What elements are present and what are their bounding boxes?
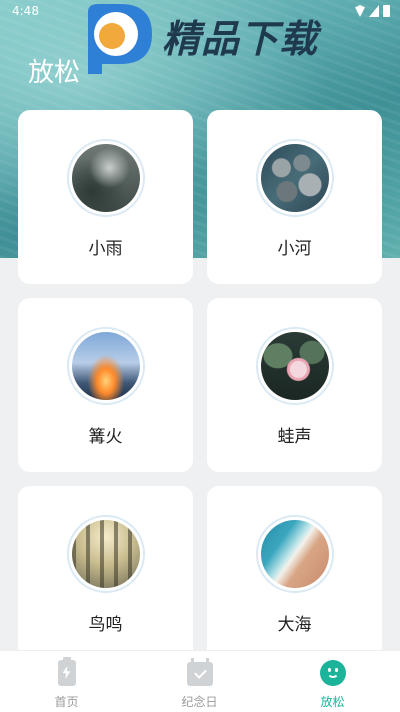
- sound-label: 小河: [277, 239, 312, 259]
- sound-thumbnail: [66, 139, 145, 217]
- forest-photo: [71, 520, 140, 588]
- status-time: 4:48: [12, 4, 39, 18]
- signal-icon: [369, 5, 379, 17]
- tab-anniversary[interactable]: 纪念日: [133, 651, 266, 712]
- page-title: 放松: [28, 58, 81, 88]
- lotus-pond-photo: [260, 332, 329, 400]
- status-icons: [355, 5, 390, 17]
- sound-card-rain[interactable]: 小雨: [18, 110, 193, 284]
- sound-label: 小雨: [88, 239, 123, 259]
- sound-label: 篝火: [88, 427, 123, 447]
- sound-thumbnail: [255, 139, 334, 217]
- calendar-check-icon: [186, 658, 213, 686]
- status-bar: 4:48: [0, 0, 400, 24]
- rain-window-photo: [71, 144, 140, 212]
- tab-relax[interactable]: 放松: [266, 651, 399, 712]
- battery-bolt-icon: [57, 657, 76, 686]
- sound-grid: 小雨 小河 篝火 蛙声 鸟鸣 大海: [18, 110, 382, 660]
- sound-label: 蛙声: [277, 427, 312, 447]
- sound-card-sea[interactable]: 大海: [207, 486, 382, 660]
- battery-icon: [383, 5, 390, 17]
- sound-thumbnail: [255, 327, 334, 405]
- tab-label: 首页: [54, 695, 79, 709]
- tab-home[interactable]: 首页: [0, 651, 133, 712]
- sound-label: 大海: [277, 615, 312, 635]
- sound-thumbnail: [66, 327, 145, 405]
- smile-mouth: [326, 671, 339, 678]
- sound-thumbnail: [255, 515, 334, 593]
- wifi-icon: [355, 5, 365, 17]
- river-stones-photo: [260, 144, 329, 212]
- smile-icon: [319, 660, 346, 686]
- sea-beach-photo: [260, 520, 329, 588]
- sound-card-campfire[interactable]: 篝火: [18, 298, 193, 472]
- sound-card-birds[interactable]: 鸟鸣: [18, 486, 193, 660]
- sound-thumbnail: [66, 515, 145, 593]
- sound-label: 鸟鸣: [88, 615, 123, 635]
- tab-label: 放松: [320, 695, 345, 709]
- bottom-tab-bar: 首页 纪念日 放松: [0, 650, 400, 712]
- campfire-photo: [71, 332, 140, 400]
- tab-label: 纪念日: [181, 695, 218, 709]
- sound-card-frog[interactable]: 蛙声: [207, 298, 382, 472]
- sound-card-river[interactable]: 小河: [207, 110, 382, 284]
